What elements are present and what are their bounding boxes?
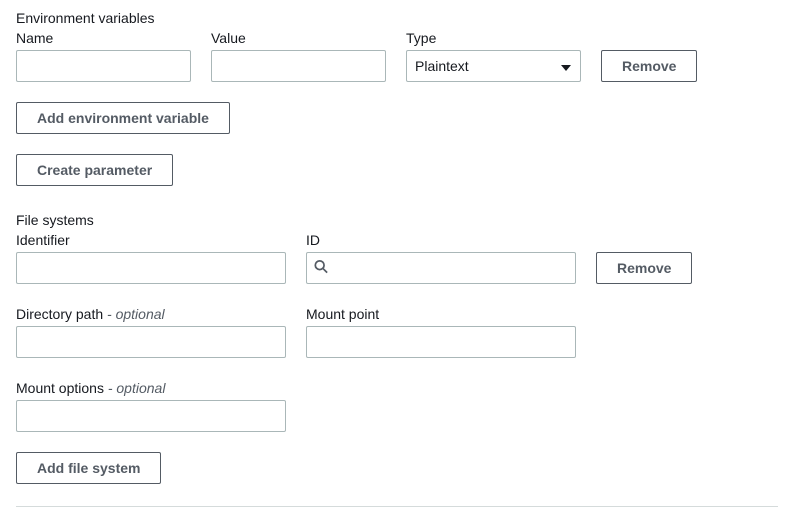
file-systems-section: File systems Identifier ID Remove — [16, 212, 778, 484]
fs-mount-options-label: Mount options - optional — [16, 380, 286, 396]
add-file-system-button[interactable]: Add file system — [16, 452, 161, 484]
fs-id-label: ID — [306, 232, 576, 248]
create-parameter-button[interactable]: Create parameter — [16, 154, 173, 186]
add-env-var-button[interactable]: Add environment variable — [16, 102, 230, 134]
env-type-selected: Plaintext — [415, 58, 469, 74]
fs-identifier-input[interactable] — [16, 252, 286, 284]
fs-mount-point-input[interactable] — [306, 326, 576, 358]
fs-identifier-label: Identifier — [16, 232, 286, 248]
fs-dir-path-optional: - optional — [103, 306, 164, 322]
env-name-input[interactable] — [16, 50, 191, 82]
env-type-select[interactable]: Plaintext — [406, 50, 581, 82]
fs-mount-point-label: Mount point — [306, 306, 576, 322]
fs-dir-path-input[interactable] — [16, 326, 286, 358]
fs-dir-path-label-text: Directory path — [16, 306, 103, 322]
fs-dir-path-label: Directory path - optional — [16, 306, 286, 322]
fs-mount-options-label-text: Mount options — [16, 380, 104, 396]
fs-title: File systems — [16, 212, 778, 228]
fs-id-input[interactable] — [306, 252, 576, 284]
env-value-input[interactable] — [211, 50, 386, 82]
fs-mount-options-optional: - optional — [104, 380, 165, 396]
env-type-label: Type — [406, 30, 581, 46]
fs-remove-button[interactable]: Remove — [596, 252, 692, 284]
env-name-label: Name — [16, 30, 191, 46]
env-vars-title: Environment variables — [16, 10, 778, 26]
footer-divider — [16, 506, 778, 507]
env-value-label: Value — [211, 30, 386, 46]
fs-mount-options-input[interactable] — [16, 400, 286, 432]
env-remove-button[interactable]: Remove — [601, 50, 697, 82]
env-vars-section: Environment variables Name Value Type Pl… — [16, 10, 778, 186]
